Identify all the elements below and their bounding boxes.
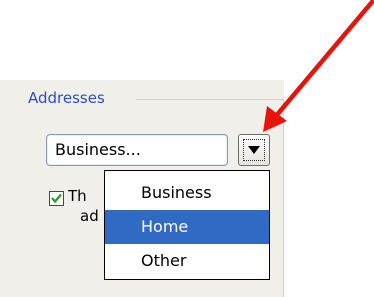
- red-arrow-icon: [263, 0, 374, 132]
